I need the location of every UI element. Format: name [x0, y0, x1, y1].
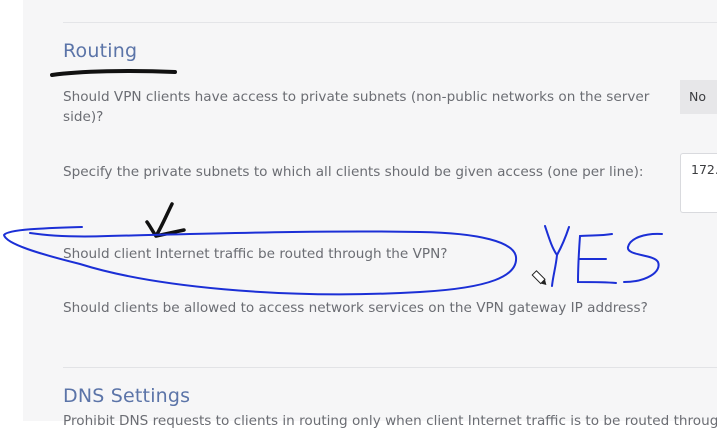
subnet-list-textarea[interactable]: 172.	[680, 153, 717, 213]
section-divider	[63, 367, 717, 368]
subnet-list-question: Specify the private subnets to which all…	[63, 164, 644, 180]
internet-traffic-question: Should client Internet traffic be routed…	[63, 246, 448, 262]
top-divider	[63, 22, 717, 23]
routing-section-title: Routing	[63, 40, 138, 62]
gateway-services-question: Should clients be allowed to access netw…	[63, 300, 648, 316]
dns-description: Prohibit DNS requests to clients in rout…	[63, 413, 717, 429]
private-subnets-question: Should VPN clients have access to privat…	[63, 89, 650, 125]
private-subnets-select[interactable]: No	[680, 80, 717, 114]
settings-panel	[23, 0, 717, 421]
dns-section-title: DNS Settings	[63, 385, 191, 407]
